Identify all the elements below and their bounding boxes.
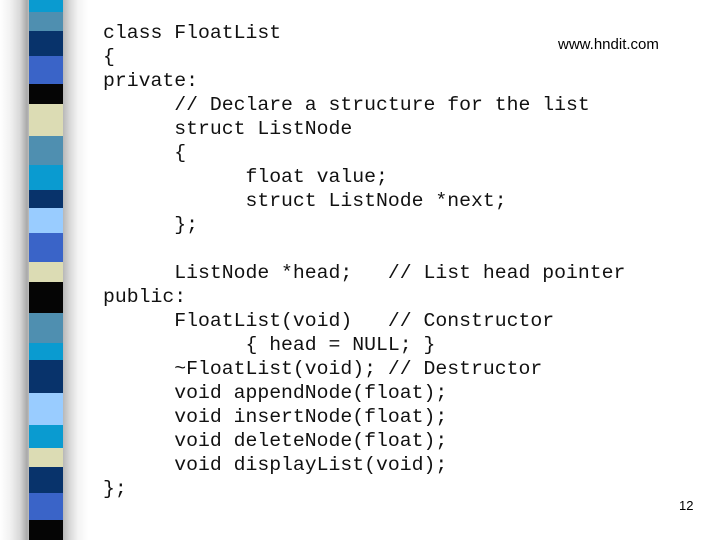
stripe-band bbox=[29, 393, 63, 425]
code-line: float value; bbox=[103, 166, 388, 188]
stripe-band bbox=[29, 520, 63, 540]
stripe-band bbox=[29, 343, 63, 360]
decorative-stripe-bar bbox=[29, 0, 63, 540]
code-line: FloatList(void) // Constructor bbox=[103, 310, 555, 332]
stripe-band bbox=[29, 31, 63, 56]
code-line: }; bbox=[103, 478, 127, 500]
code-line: { head = NULL; } bbox=[103, 334, 436, 356]
code-block: class FloatList{private: // Declare a st… bbox=[103, 21, 625, 501]
stripe-band bbox=[29, 165, 63, 190]
stripe-band bbox=[29, 425, 63, 448]
code-line: void deleteNode(float); bbox=[103, 430, 448, 452]
stripe-band bbox=[29, 190, 63, 208]
stripe-band bbox=[29, 493, 63, 520]
code-line: class FloatList bbox=[103, 22, 282, 44]
code-line: public: bbox=[103, 286, 187, 308]
stripe-band bbox=[29, 233, 63, 262]
code-line: private: bbox=[103, 70, 198, 92]
stripe-band bbox=[29, 448, 63, 467]
stripe-band bbox=[29, 208, 63, 233]
code-line: struct ListNode bbox=[103, 118, 353, 140]
stripe-band bbox=[29, 104, 63, 136]
code-line: void insertNode(float); bbox=[103, 406, 448, 428]
stripe-band bbox=[29, 56, 63, 84]
stripe-band bbox=[29, 282, 63, 313]
code-line: // Declare a structure for the list bbox=[103, 94, 590, 116]
stripe-band bbox=[29, 313, 63, 343]
stripe-band bbox=[29, 0, 63, 12]
code-line: { bbox=[103, 142, 187, 164]
code-line: void appendNode(float); bbox=[103, 382, 448, 404]
stripe-band bbox=[29, 467, 63, 493]
stripe-band bbox=[29, 262, 63, 282]
stripe-band bbox=[29, 12, 63, 31]
slide: www.hndit.com class FloatList{private: /… bbox=[0, 0, 720, 540]
stripe-band bbox=[29, 84, 63, 104]
code-line: ~FloatList(void); // Destructor bbox=[103, 358, 543, 380]
page-number: 12 bbox=[679, 498, 694, 513]
code-line: void displayList(void); bbox=[103, 454, 448, 476]
stripe-band bbox=[29, 360, 63, 393]
code-line: struct ListNode *next; bbox=[103, 190, 507, 212]
code-line: { bbox=[103, 46, 115, 68]
code-line: ListNode *head; // List head pointer bbox=[103, 262, 626, 284]
code-line: }; bbox=[103, 214, 198, 236]
stripe-band bbox=[29, 136, 63, 165]
